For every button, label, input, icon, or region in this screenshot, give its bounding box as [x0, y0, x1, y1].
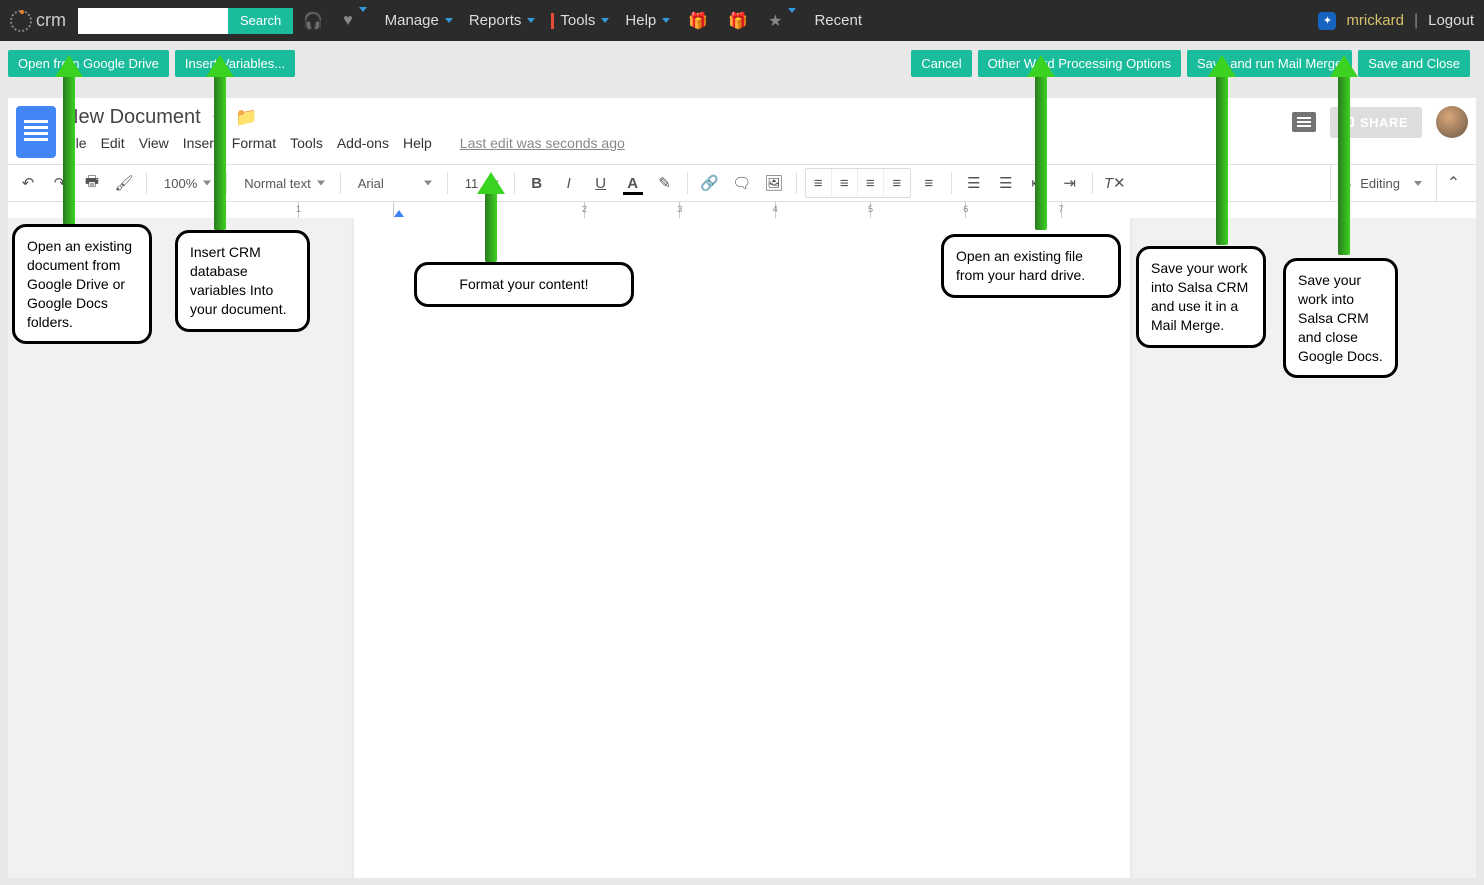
menu-view[interactable]: View [139, 135, 169, 151]
numbered-list-icon[interactable]: ☰ [960, 169, 988, 197]
google-docs-frame: New Document ☆ 📁 File Edit View Insert F… [8, 98, 1476, 878]
menu-help[interactable]: Help [403, 135, 432, 151]
nav-recent[interactable]: Recent [814, 12, 862, 29]
crm-navbar: crm Search 🎧 ♥ Manage Reports Tools Help… [0, 0, 1484, 41]
user-badge-icon: ✦ [1318, 12, 1336, 30]
nav-reports[interactable]: Reports [469, 12, 536, 29]
link-icon[interactable]: 🔗 [696, 169, 724, 197]
save-close-button[interactable]: Save and Close [1358, 50, 1470, 77]
username[interactable]: mrickard [1346, 12, 1404, 29]
comments-icon[interactable] [1292, 112, 1316, 132]
line-spacing-icon[interactable]: ≡ [915, 169, 943, 197]
menu-tools[interactable]: Tools [290, 135, 323, 151]
logout-link[interactable]: Logout [1428, 12, 1474, 29]
avatar[interactable] [1436, 106, 1468, 138]
nav-help[interactable]: Help [625, 12, 670, 29]
doc-header: New Document ☆ 📁 File Edit View Insert F… [8, 98, 1476, 158]
indent-icon[interactable]: ⇥ [1056, 169, 1084, 197]
last-edit-link[interactable]: Last edit was seconds ago [460, 135, 625, 151]
cancel-button[interactable]: Cancel [911, 50, 971, 77]
gift-icon[interactable]: 🎁 [688, 11, 708, 31]
menu-bar: File Edit View Insert Format Tools Add-o… [64, 135, 1292, 151]
search-button[interactable]: Search [228, 8, 293, 34]
format-toolbar: ↶ ↷ 🖶 🖌 100% Normal text Arial 11 B I U … [8, 164, 1476, 202]
star-icon[interactable]: ★ [768, 11, 796, 31]
font-select[interactable]: Arial [349, 171, 439, 196]
align-left-icon[interactable]: ≡ [806, 169, 832, 197]
nav-manage[interactable]: Manage [385, 12, 453, 29]
text-color-icon[interactable]: A [619, 169, 647, 197]
heart-icon[interactable]: ♥ [343, 12, 367, 30]
nav-tools[interactable]: Tools [551, 12, 609, 29]
callout-save-close: Save your work into Salsa CRM and close … [1283, 258, 1398, 378]
align-justify-icon[interactable]: ≡ [884, 169, 910, 197]
bullet-list-icon[interactable]: ☰ [992, 169, 1020, 197]
align-center-icon[interactable]: ≡ [832, 169, 858, 197]
callout-mail-merge: Save your work into Salsa CRM and use it… [1136, 246, 1266, 348]
paint-format-icon[interactable]: 🖌 [110, 169, 138, 197]
collapse-toolbar-icon[interactable]: ⌃ [1436, 164, 1470, 202]
insert-variables-button[interactable]: Insert Variables... [175, 50, 295, 77]
app-name: crm [36, 10, 66, 31]
callout-open-file: Open an existing file from your hard dri… [941, 234, 1121, 298]
ruler-marker-icon[interactable] [394, 210, 404, 217]
menu-insert[interactable]: Insert [183, 135, 218, 151]
folder-icon[interactable]: 📁 [235, 107, 257, 128]
underline-icon[interactable]: U [587, 169, 615, 197]
menu-edit[interactable]: Edit [101, 135, 125, 151]
image-icon[interactable]: 🖼 [760, 169, 788, 197]
italic-icon[interactable]: I [555, 169, 583, 197]
print-icon[interactable]: 🖶 [78, 169, 106, 197]
align-right-icon[interactable]: ≡ [858, 169, 884, 197]
docs-logo-icon[interactable] [16, 106, 56, 158]
zoom-select[interactable]: 100% [155, 171, 218, 196]
menu-addons[interactable]: Add-ons [337, 135, 389, 151]
callout-format: Format your content! [414, 262, 634, 307]
clear-format-icon[interactable]: T✕ [1101, 169, 1129, 197]
align-group: ≡ ≡ ≡ ≡ [805, 168, 911, 198]
headset-icon[interactable]: 🎧 [303, 11, 323, 31]
comment-icon[interactable]: 🗨 [728, 169, 756, 197]
search-wrap: Search [78, 8, 293, 34]
doc-title[interactable]: New Document [64, 106, 201, 129]
callout-insert-vars: Insert CRM database variables Into your … [175, 230, 310, 332]
document-page[interactable] [354, 218, 1130, 878]
crm-logo: crm [10, 10, 66, 32]
separator: | [1414, 12, 1418, 30]
bold-icon[interactable]: B [523, 169, 551, 197]
callout-open-drive: Open an existing document from Google Dr… [12, 224, 152, 344]
highlight-icon[interactable]: ✎ [651, 169, 679, 197]
style-select[interactable]: Normal text [235, 171, 331, 196]
other-options-button[interactable]: Other Word Processing Options [978, 50, 1181, 77]
search-input[interactable] [78, 8, 228, 34]
open-google-drive-button[interactable]: Open from Google Drive [8, 50, 169, 77]
undo-icon[interactable]: ↶ [14, 169, 42, 197]
gift-icon-2[interactable]: 🎁 [728, 11, 748, 31]
menu-format[interactable]: Format [232, 135, 276, 151]
